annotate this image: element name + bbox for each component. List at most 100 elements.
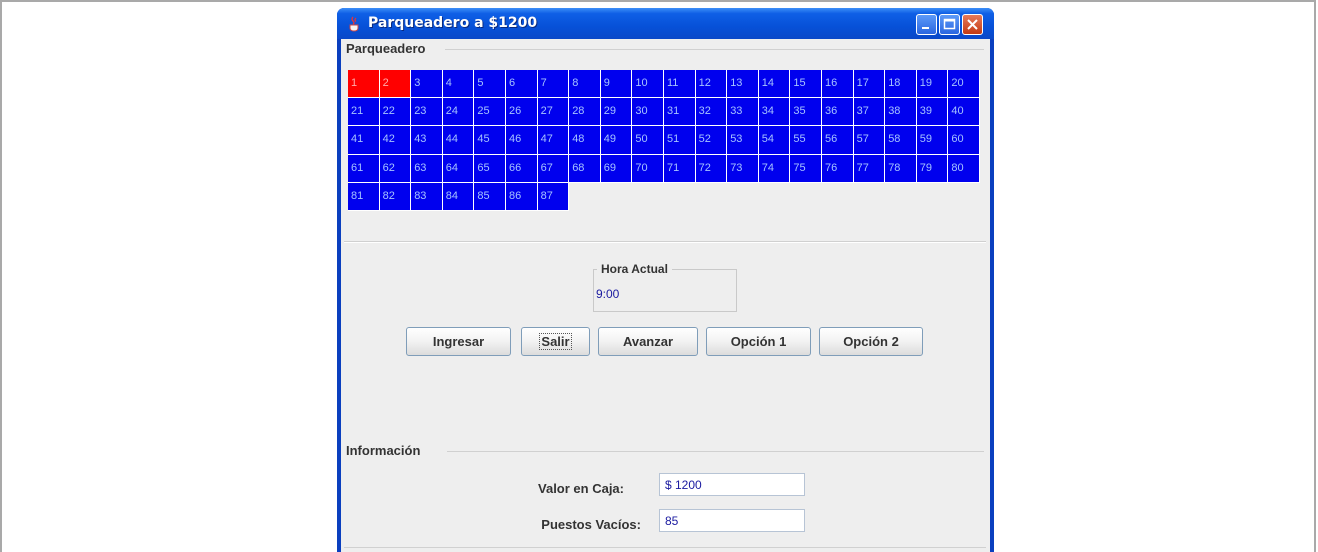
parking-spot-20[interactable]: 20 [948,70,980,99]
parking-spot-15[interactable]: 15 [790,70,822,99]
parking-spot-42[interactable]: 42 [379,126,412,155]
parking-spot-77[interactable]: 77 [853,154,886,183]
time-value: 9:00 [596,287,620,301]
parking-spot-47[interactable]: 47 [537,126,570,155]
parking-spot-45[interactable]: 45 [474,126,506,155]
parking-spot-18[interactable]: 18 [885,70,917,99]
parking-spot-29[interactable]: 29 [600,98,633,127]
parking-spot-50[interactable]: 50 [632,126,664,155]
parking-spot-73[interactable]: 73 [727,154,759,183]
parking-spot-30[interactable]: 30 [632,98,664,127]
parking-spot-2[interactable]: 2 [379,70,412,99]
parking-spot-13[interactable]: 13 [727,70,759,99]
parking-spot-71[interactable]: 71 [664,154,696,183]
parking-spot-44[interactable]: 44 [442,126,475,155]
parking-spot-28[interactable]: 28 [569,98,601,127]
parking-spot-9[interactable]: 9 [600,70,633,99]
parking-spot-39[interactable]: 39 [916,98,949,127]
parking-spot-25[interactable]: 25 [474,98,506,127]
parking-spot-62[interactable]: 62 [379,154,412,183]
ingresar-button[interactable]: Ingresar [406,327,511,356]
parking-spot-1[interactable]: 1 [348,70,380,99]
parking-spot-58[interactable]: 58 [885,126,917,155]
salir-button[interactable]: Salir [521,327,590,356]
parking-spot-80[interactable]: 80 [948,154,980,183]
parking-spot-24[interactable]: 24 [442,98,475,127]
parking-spot-32[interactable]: 32 [695,98,728,127]
caja-field[interactable]: $ 1200 [659,473,805,496]
parking-spot-64[interactable]: 64 [442,154,475,183]
parking-spot-85[interactable]: 85 [474,182,506,211]
parking-spot-37[interactable]: 37 [853,98,886,127]
parking-spot-82[interactable]: 82 [379,182,412,211]
parking-spot-81[interactable]: 81 [348,182,380,211]
parking-spot-3[interactable]: 3 [411,70,443,99]
parking-spot-16[interactable]: 16 [822,70,854,99]
parking-spot-41[interactable]: 41 [348,126,380,155]
parking-spot-38[interactable]: 38 [885,98,917,127]
opcion2-button[interactable]: Opción 2 [819,327,923,356]
java-cup-icon [349,16,359,32]
parking-spot-69[interactable]: 69 [600,154,633,183]
parking-spot-48[interactable]: 48 [569,126,601,155]
vacios-field[interactable]: 85 [659,509,805,532]
parking-spot-4[interactable]: 4 [442,70,475,99]
parking-spot-27[interactable]: 27 [537,98,570,127]
parking-spot-19[interactable]: 19 [916,70,949,99]
parking-spot-67[interactable]: 67 [537,154,570,183]
parking-spot-35[interactable]: 35 [790,98,822,127]
parking-spot-60[interactable]: 60 [948,126,980,155]
parking-spot-76[interactable]: 76 [822,154,854,183]
parking-spot-52[interactable]: 52 [695,126,728,155]
parking-spot-56[interactable]: 56 [822,126,854,155]
parking-spot-65[interactable]: 65 [474,154,506,183]
parking-spot-54[interactable]: 54 [758,126,791,155]
parking-spot-23[interactable]: 23 [411,98,443,127]
parking-spot-51[interactable]: 51 [664,126,696,155]
parking-spot-17[interactable]: 17 [853,70,886,99]
parking-spot-7[interactable]: 7 [537,70,570,99]
parking-spot-87[interactable]: 87 [537,182,570,211]
minimize-button[interactable] [916,14,937,35]
parking-spot-84[interactable]: 84 [442,182,475,211]
parking-spot-36[interactable]: 36 [822,98,854,127]
parking-spot-40[interactable]: 40 [948,98,980,127]
parking-spot-57[interactable]: 57 [853,126,886,155]
parking-spot-33[interactable]: 33 [727,98,759,127]
maximize-button[interactable] [939,14,960,35]
parking-spot-61[interactable]: 61 [348,154,380,183]
parking-spot-26[interactable]: 26 [506,98,538,127]
parking-spot-43[interactable]: 43 [411,126,443,155]
opcion1-button[interactable]: Opción 1 [706,327,811,356]
parking-spot-11[interactable]: 11 [664,70,696,99]
parking-spot-31[interactable]: 31 [664,98,696,127]
close-button[interactable] [962,14,983,35]
parking-spot-86[interactable]: 86 [506,182,538,211]
parking-spot-10[interactable]: 10 [632,70,664,99]
parking-spot-14[interactable]: 14 [758,70,791,99]
parking-spot-34[interactable]: 34 [758,98,791,127]
parking-spot-5[interactable]: 5 [474,70,506,99]
parking-spot-74[interactable]: 74 [758,154,791,183]
title-bar[interactable]: Parqueadero a $1200 [337,8,994,39]
parking-spot-68[interactable]: 68 [569,154,601,183]
parking-spot-21[interactable]: 21 [348,98,380,127]
parking-spot-22[interactable]: 22 [379,98,412,127]
parking-spot-72[interactable]: 72 [695,154,728,183]
parking-spot-46[interactable]: 46 [506,126,538,155]
avanzar-button[interactable]: Avanzar [598,327,698,356]
parking-spot-83[interactable]: 83 [411,182,443,211]
parking-spot-53[interactable]: 53 [727,126,759,155]
parking-spot-6[interactable]: 6 [506,70,538,99]
parking-spot-8[interactable]: 8 [569,70,601,99]
parking-spot-55[interactable]: 55 [790,126,822,155]
parking-spot-70[interactable]: 70 [632,154,664,183]
parking-spot-78[interactable]: 78 [885,154,917,183]
parking-spot-79[interactable]: 79 [916,154,949,183]
parking-spot-75[interactable]: 75 [790,154,822,183]
parking-spot-49[interactable]: 49 [600,126,633,155]
parking-spot-12[interactable]: 12 [695,70,728,99]
parking-spot-63[interactable]: 63 [411,154,443,183]
parking-spot-66[interactable]: 66 [506,154,538,183]
parking-spot-59[interactable]: 59 [916,126,949,155]
